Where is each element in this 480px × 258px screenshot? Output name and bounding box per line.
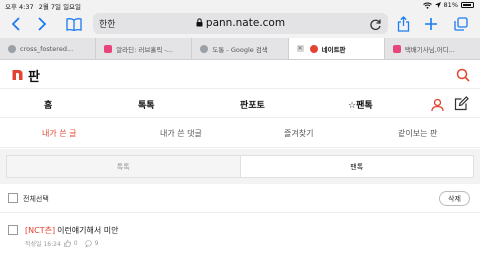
new-tab-button[interactable] — [421, 14, 441, 34]
tab-label: cross_fostered... — [20, 44, 74, 53]
post-checkbox[interactable] — [8, 225, 18, 235]
nate-icon — [309, 44, 318, 53]
book-icon — [66, 17, 82, 31]
select-all-checkbox[interactable] — [8, 193, 18, 203]
user-icon — [431, 98, 444, 112]
forward-button[interactable] — [32, 14, 52, 34]
browser-tab[interactable]: 택배기사님,어디... — [385, 38, 480, 59]
post-likes: 0 — [73, 240, 78, 247]
edit-icon — [454, 96, 469, 111]
google-icon — [200, 44, 209, 53]
tab-my-comments[interactable]: 내가 쓴 댓글 — [160, 128, 202, 139]
lock-icon — [196, 18, 203, 27]
tab-label: 네이트판 — [321, 45, 346, 54]
url-display[interactable]: pann.nate.com — [93, 17, 388, 29]
location-icon — [434, 2, 441, 8]
aladin-icon — [104, 44, 113, 53]
delete-button[interactable]: 삭제 — [439, 191, 470, 206]
tab-favorites[interactable]: 즐겨찾기 — [284, 128, 313, 139]
write-button[interactable] — [454, 96, 469, 115]
browser-toolbar: 한한 pann.nate.com — [0, 10, 480, 38]
browser-tab[interactable]: cross_fostered... — [0, 38, 97, 59]
sub-nav: 내가 쓴 글 내가 쓴 댓글 즐겨찾기 같이보는 판 — [0, 119, 480, 148]
site-logo-text[interactable]: 판 — [28, 66, 40, 85]
list-item[interactable]: [NCT츤] 이런얘기해서 미안 작성일 16:24 0 9 — [0, 213, 480, 258]
battery-icon — [461, 2, 474, 8]
comment-icon — [84, 240, 92, 247]
url-text: pann.nate.com — [205, 17, 286, 29]
board-filter-area: 톡톡 팬톡 — [0, 149, 480, 184]
main-nav: 홈 톡톡 판포토 ☆팬톡 — [0, 90, 480, 118]
nav-home[interactable]: 홈 — [44, 98, 52, 111]
battery-percent: 81% — [443, 1, 458, 9]
tabs-overview-button[interactable] — [451, 14, 471, 34]
post-title-link[interactable]: [NCT츤] 이런얘기해서 미안 — [25, 225, 119, 236]
post-comments: 9 — [94, 240, 99, 247]
plus-icon — [425, 18, 437, 30]
post-date: 작성일 16:24 — [25, 241, 61, 248]
search-icon — [456, 68, 470, 82]
nav-pantoto[interactable]: 판포토 — [240, 98, 265, 111]
status-bar: 오후 4:37 2월 7일 일요일 81% — [0, 0, 480, 11]
segment-talk[interactable]: 톡톡 — [7, 156, 240, 177]
tab-my-posts[interactable]: 내가 쓴 글 — [42, 128, 77, 139]
list-toolbar: 전체선택 삭제 — [0, 184, 480, 213]
share-icon — [397, 16, 409, 32]
select-all-label[interactable]: 전체선택 — [23, 194, 49, 204]
tab-shared[interactable]: 같이보는 판 — [398, 128, 437, 139]
tab-label: 알라딘: 러브홀릭 -... — [116, 45, 173, 54]
bookmarks-button[interactable] — [64, 14, 84, 34]
tab-label: 도통 - Google 검색 — [212, 45, 268, 54]
browser-tab[interactable]: 도통 - Google 검색 — [192, 38, 289, 59]
browser-tab-active[interactable]: ✕ 네이트판 — [288, 38, 385, 59]
tab-label: 택배기사님,어디... — [404, 45, 455, 54]
segment-fantalk[interactable]: 팬톡 — [239, 156, 473, 177]
thumbs-up-icon — [63, 240, 71, 247]
status-indicators: 81% — [422, 1, 474, 9]
search-button[interactable] — [456, 67, 470, 86]
nav-talk[interactable]: 톡톡 — [138, 98, 155, 111]
user-button[interactable] — [431, 97, 444, 116]
tabs-icon — [454, 17, 468, 31]
board-segmented-control: 톡톡 팬톡 — [6, 155, 474, 178]
post-title: 이런얘기해서 미안 — [57, 226, 119, 235]
share-button[interactable] — [393, 14, 413, 34]
close-tab-button[interactable]: ✕ — [296, 45, 304, 52]
nav-fantalk[interactable]: ☆팬톡 — [348, 98, 373, 111]
back-button[interactable] — [6, 14, 26, 34]
reload-button[interactable] — [369, 16, 382, 35]
nate-logo-icon[interactable] — [11, 68, 24, 81]
post-tag: [NCT츤] — [25, 226, 56, 235]
chevron-right-icon — [38, 17, 47, 31]
google-icon — [8, 44, 16, 53]
browser-tab[interactable]: 알라딘: 러브홀릭 -... — [96, 38, 193, 59]
aladin-icon — [392, 44, 401, 53]
chevron-left-icon — [11, 17, 20, 31]
post-meta: 작성일 16:24 0 9 — [25, 239, 98, 248]
tab-strip: cross_fostered... 알라딘: 러브홀릭 -... 도통 - Go… — [0, 38, 480, 60]
reload-icon — [370, 19, 381, 31]
site-header: 판 — [0, 61, 480, 89]
address-bar[interactable]: 한한 pann.nate.com — [93, 13, 388, 34]
wifi-icon — [422, 2, 432, 9]
